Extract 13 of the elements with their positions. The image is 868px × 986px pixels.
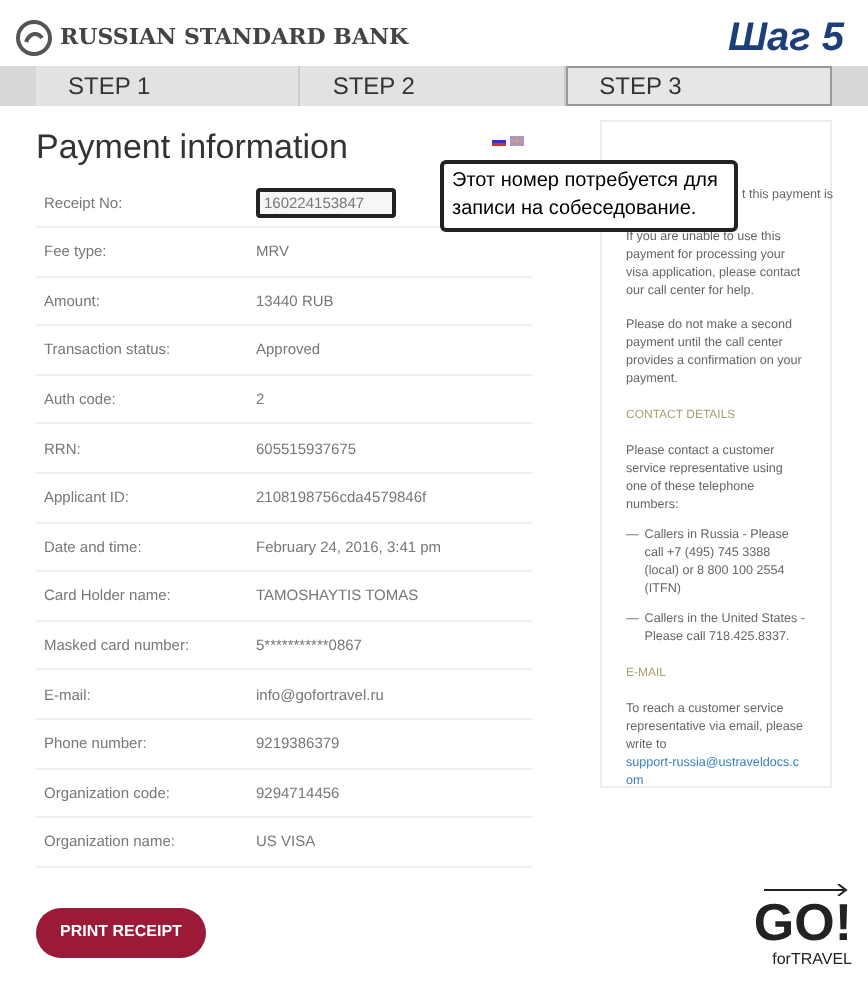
print-receipt-button[interactable]: PRINT RECEIPT <box>36 907 206 958</box>
step-title: Шаг 5 <box>727 14 847 64</box>
bank-logo-icon <box>16 20 52 56</box>
arrow-icon <box>764 884 852 896</box>
callout-note: Этот номер потребуется для записи на собеседование. <box>440 160 738 232</box>
russian-flag-icon[interactable] <box>492 135 506 145</box>
logo-subtitle: forTRAVEL <box>772 948 852 972</box>
logo-mark: GO! <box>753 896 852 948</box>
step-tab[interactable]: STEP 1 <box>36 66 301 106</box>
page-title: Payment information <box>36 126 348 170</box>
bank-name: RUSSIAN STANDARD BANK <box>60 21 409 54</box>
step-tab[interactable]: STEP 2 <box>300 66 566 106</box>
step-tab[interactable]: STEP 3 <box>565 66 832 106</box>
